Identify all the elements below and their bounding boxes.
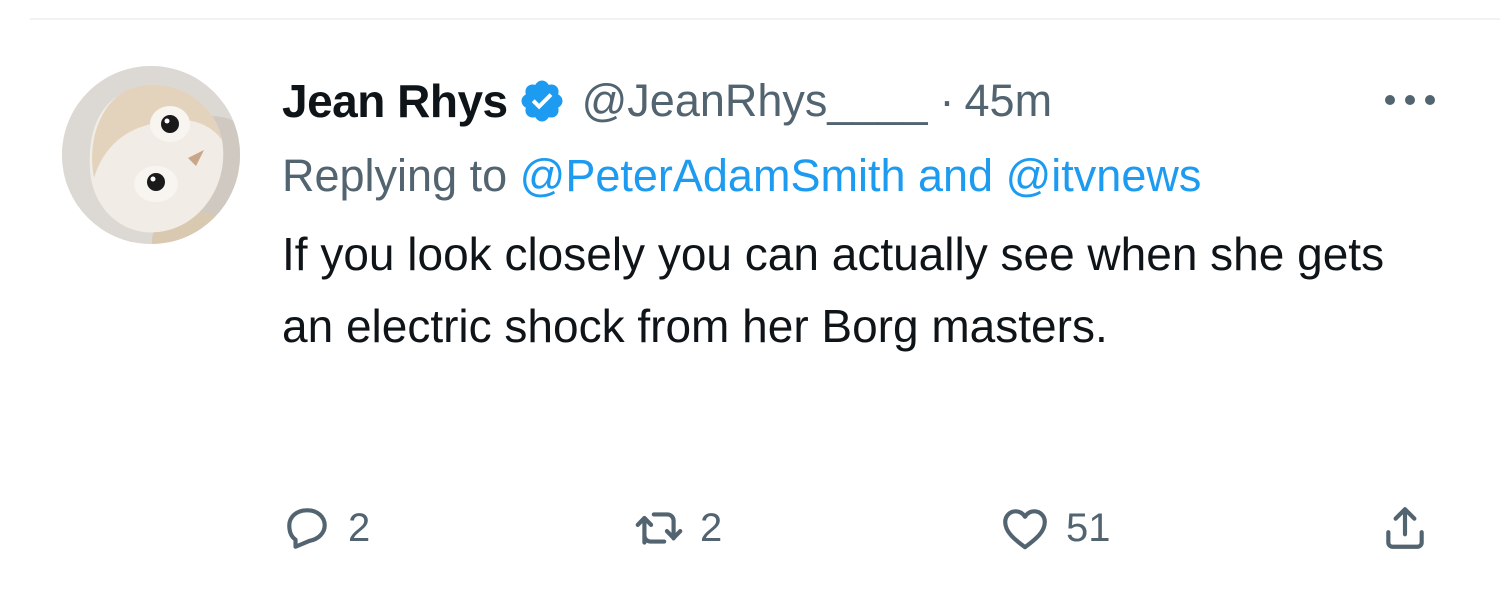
retweet-button[interactable]: 2 [634, 498, 722, 558]
reply-button[interactable]: 2 [282, 498, 370, 558]
author-handle[interactable]: @JeanRhys____ [582, 75, 928, 127]
tweet-content: Jean Rhys @JeanRhys____ · 45m Replying t… [282, 70, 1462, 362]
avatar[interactable] [62, 66, 240, 244]
share-icon [1380, 503, 1430, 553]
mention-joiner: and [918, 150, 994, 201]
retweet-icon [634, 503, 684, 553]
share-button[interactable] [1380, 498, 1430, 558]
separator-dot: · [939, 75, 955, 126]
tweet-actions-bar: 2 2 51 [282, 498, 1442, 558]
retweet-count: 2 [700, 505, 723, 550]
mention-link[interactable]: @PeterAdamSmith [520, 150, 906, 201]
more-options-button[interactable] [1378, 84, 1442, 120]
reply-count: 2 [348, 505, 371, 550]
mention-link[interactable]: @itvnews [1006, 150, 1202, 201]
verified-badge-icon[interactable] [518, 77, 566, 125]
tweet-header: Jean Rhys @JeanRhys____ · 45m [282, 70, 1462, 132]
tweet-text: If you look closely you can actually see… [282, 228, 1385, 352]
heart-icon [1000, 503, 1050, 553]
more-horizontal-icon [1382, 93, 1438, 112]
top-divider [30, 18, 1500, 20]
reply-icon [282, 503, 332, 553]
author-display-name[interactable]: Jean Rhys [282, 74, 508, 128]
replying-to-label: Replying to [282, 150, 508, 201]
replying-to-line: Replying to @PeterAdamSmith and @itvnews [282, 148, 1462, 204]
like-count: 51 [1066, 505, 1111, 550]
owl-avatar-image [62, 66, 240, 244]
like-button[interactable]: 51 [1000, 498, 1111, 558]
tweet-timestamp[interactable]: 45m [965, 75, 1053, 127]
